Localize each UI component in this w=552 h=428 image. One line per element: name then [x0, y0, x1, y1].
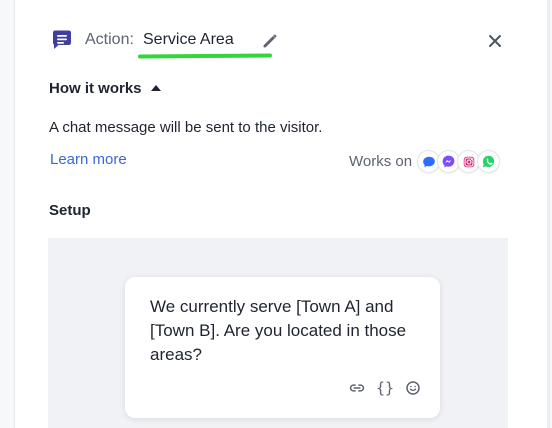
action-editor-panel: Action: Service Area How it works A chat… [14, 0, 550, 428]
chat-action-icon [53, 30, 71, 49]
emoji-icon[interactable] [403, 378, 423, 398]
message-text[interactable]: We currently serve [Town A] and [Town B]… [150, 295, 430, 367]
works-on-label: Works on [349, 153, 413, 170]
pencil-icon[interactable] [259, 30, 281, 52]
link-icon[interactable] [347, 378, 367, 398]
panel-header: Action: Service Area [15, 0, 549, 72]
triangle-up-icon [150, 85, 161, 91]
action-description: A chat message will be sent to the visit… [49, 119, 323, 136]
green-underline-annotation [137, 53, 273, 59]
variable-braces-icon[interactable]: {} [375, 378, 395, 398]
how-it-works-title: How it works [49, 80, 142, 97]
setup-section-title: Setup [49, 202, 91, 219]
channel-icon-list [417, 150, 501, 173]
works-on-channels: Works on [349, 150, 501, 173]
action-name-text[interactable]: Service Area [143, 31, 234, 49]
close-icon[interactable] [483, 29, 507, 53]
how-it-works-toggle[interactable]: How it works [49, 80, 161, 97]
learn-more-link[interactable]: Learn more [50, 151, 127, 168]
message-preview-area: We currently serve [Town A] and [Town B]… [48, 238, 508, 428]
chat-message-editor[interactable]: We currently serve [Town A] and [Town B]… [125, 277, 440, 418]
action-prefix-label: Action: [85, 31, 134, 48]
whatsapp-icon [477, 150, 501, 173]
panel-edge-shadow [547, 0, 549, 428]
message-composer-tools: {} [347, 378, 423, 398]
